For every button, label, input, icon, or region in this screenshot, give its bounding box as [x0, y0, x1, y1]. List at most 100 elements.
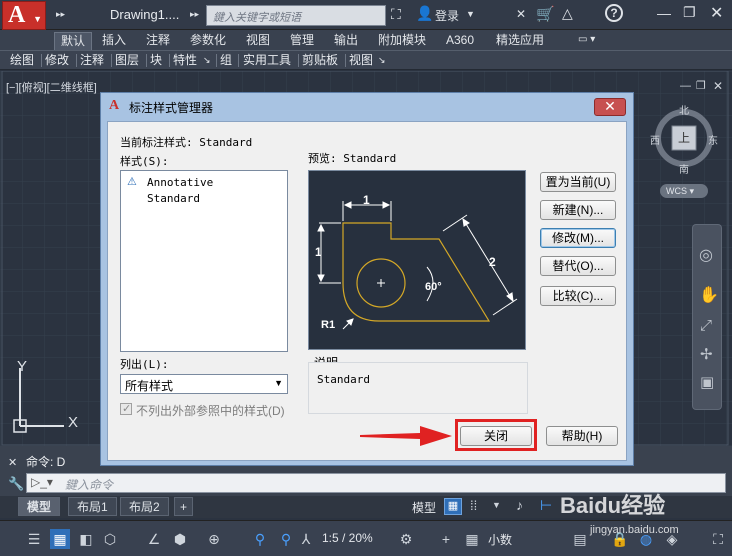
fullscreen-icon[interactable]: ⛶	[708, 529, 728, 549]
auto-scale-icon[interactable]: ⚲	[276, 529, 296, 549]
viewcube-north[interactable]: 北	[679, 102, 689, 117]
tab-annotate[interactable]: 注释	[140, 32, 176, 50]
tab-insert[interactable]: 插入	[96, 32, 132, 50]
minimize-icon[interactable]: —	[657, 5, 671, 21]
tab-view[interactable]: 视图	[240, 32, 276, 50]
command-customize-icon[interactable]: 🔧	[8, 476, 24, 492]
add-layout-button[interactable]: +	[174, 497, 194, 516]
tab-model[interactable]: 模型	[18, 497, 61, 516]
login-dropdown-icon[interactable]: ▼	[466, 9, 475, 19]
panel-properties-expand-icon[interactable]: ↘	[203, 52, 211, 69]
panel-clipboard[interactable]: 剪贴板	[302, 52, 338, 69]
wcs-menu[interactable]: WCS ▾	[660, 184, 708, 198]
viewcube-south[interactable]: 南	[679, 161, 689, 176]
tab-addins[interactable]: 附加模块	[372, 32, 432, 50]
panel-draw[interactable]: 绘图	[10, 52, 34, 69]
viewcube-east[interactable]: 东	[708, 132, 718, 147]
help-icon[interactable]: ?	[605, 4, 623, 22]
help-button[interactable]: 帮助(H)	[546, 426, 618, 446]
panel-annotation[interactable]: 注释	[80, 52, 104, 69]
panel-divider	[169, 54, 170, 67]
list-filter-select[interactable]: 所有样式 ▼	[120, 374, 288, 394]
chevron-down-icon: ▼	[274, 378, 283, 388]
panel-utilities[interactable]: 实用工具	[243, 52, 291, 69]
units-value[interactable]: 小数	[488, 531, 512, 548]
new-style-button[interactable]: 新建(N)...	[540, 200, 616, 220]
tab-layout2[interactable]: 布局2	[120, 497, 169, 516]
infer-constraints-icon[interactable]: ♪	[516, 497, 523, 513]
dialog-close-button[interactable]: ✕	[594, 98, 626, 116]
dialog-title-bar[interactable]: A 标注样式管理器 ✕	[101, 93, 633, 121]
dynamic-ucs-icon[interactable]: ∠	[144, 529, 164, 549]
viewport-minimize-icon[interactable]: —	[680, 80, 691, 92]
tab-parametric[interactable]: 参数化	[184, 32, 232, 50]
search-input[interactable]: 鍵入关键字或短语	[206, 5, 386, 26]
panel-modify[interactable]: 修改	[45, 52, 69, 69]
panel-divider	[345, 54, 346, 67]
viewcube-top-face[interactable]: 上	[678, 129, 690, 146]
annotation-visibility-icon[interactable]: ⚲	[250, 529, 270, 549]
pan-hand-icon[interactable]: ✋	[699, 285, 719, 305]
snap-dropdown-icon[interactable]: ▼	[492, 500, 501, 510]
modify-style-button[interactable]: 修改(M)...	[540, 228, 616, 248]
panel-properties[interactable]: 特性	[173, 52, 197, 69]
zoom-icon[interactable]: ⤢	[700, 317, 712, 334]
tab-manage[interactable]: 管理	[284, 32, 320, 50]
ortho-icon[interactable]: ▦	[50, 529, 70, 549]
list-item[interactable]: ⚠ Annotative	[125, 175, 283, 191]
login-button[interactable]: 登录	[435, 7, 459, 24]
command-prompt-icon[interactable]: ▷_▾	[31, 475, 53, 489]
workspace-gear-icon[interactable]: ⚙	[396, 529, 416, 549]
3d-object-snap-icon[interactable]: ⬡	[100, 529, 120, 549]
dynamic-input-icon[interactable]: ⊢	[540, 497, 552, 514]
ribbon-minimize-icon[interactable]: ▭ ▾	[572, 32, 601, 50]
tab-featured-apps[interactable]: 精选应用	[490, 32, 550, 50]
command-close-icon[interactable]: ✕	[8, 456, 17, 469]
customize-menu-icon[interactable]: ☰	[24, 529, 44, 549]
tab-output[interactable]: 输出	[328, 32, 364, 50]
compare-styles-button[interactable]: 比较(C)...	[540, 286, 616, 306]
a360-icon[interactable]: △	[562, 5, 573, 22]
annotation-scale-value[interactable]: 1:5 / 20%	[322, 531, 373, 545]
override-style-button[interactable]: 替代(O)...	[540, 256, 616, 276]
application-menu-button[interactable]: A ▼	[2, 1, 46, 30]
panel-view-expand-icon[interactable]: ↘	[378, 52, 386, 69]
viewport-restore-icon[interactable]: ❐	[696, 79, 706, 92]
gizmo-icon[interactable]: ⊕	[204, 529, 224, 549]
units-icon[interactable]: ▦	[462, 529, 482, 549]
grid-display-icon[interactable]: ▦	[444, 498, 462, 515]
quick-access-expand-icon[interactable]: ▸▸	[56, 9, 65, 20]
panel-layers[interactable]: 图层	[115, 52, 139, 69]
snap-mode-icon[interactable]: ⁞⁞	[470, 498, 477, 513]
list-item[interactable]: Standard	[125, 191, 283, 207]
add-icon[interactable]: +	[436, 529, 456, 549]
close-window-icon[interactable]: ✕	[710, 3, 723, 23]
tab-a360[interactable]: A360	[440, 32, 480, 50]
styles-list[interactable]: ⚠ Annotative Standard	[120, 170, 288, 352]
tab-default[interactable]: 默认	[54, 32, 93, 50]
quick-properties-icon[interactable]: ▤	[570, 529, 590, 549]
viewport-controls[interactable]: [−][俯视][二维线框]	[6, 79, 97, 95]
cart-icon[interactable]: 🛒	[536, 5, 555, 23]
set-current-button[interactable]: 置为当前(U)	[540, 172, 616, 192]
tab-layout1[interactable]: 布局1	[68, 497, 117, 516]
annotation-scale-icon[interactable]: ⅄	[296, 529, 316, 549]
title-expand-icon[interactable]: ▸▸	[190, 9, 199, 20]
restore-icon[interactable]: ❐	[683, 4, 696, 21]
steering-wheel-icon[interactable]: ◎	[699, 245, 713, 265]
exclude-xref-checkbox[interactable]: ✓	[120, 403, 132, 415]
binoculars-icon[interactable]: ⛶	[391, 6, 401, 23]
exchange-icon[interactable]: ✕	[516, 7, 526, 21]
viewport-close-icon[interactable]: ✕	[713, 79, 723, 93]
panel-view[interactable]: 视图	[349, 52, 373, 69]
viewcube-west[interactable]: 西	[650, 132, 660, 147]
panel-block[interactable]: 块	[150, 52, 162, 69]
orbit-icon[interactable]: ✢	[700, 345, 713, 363]
watermark-logo: Baidu经验	[560, 493, 666, 518]
showmotion-icon[interactable]: ▣	[700, 373, 714, 391]
selection-filter-icon[interactable]: ⬢	[170, 529, 190, 549]
transparency-icon[interactable]: ◧	[76, 529, 96, 549]
panel-groups[interactable]: 组	[220, 52, 232, 69]
user-icon[interactable]: 👤	[416, 5, 433, 22]
model-space-button[interactable]: 模型	[412, 499, 436, 516]
